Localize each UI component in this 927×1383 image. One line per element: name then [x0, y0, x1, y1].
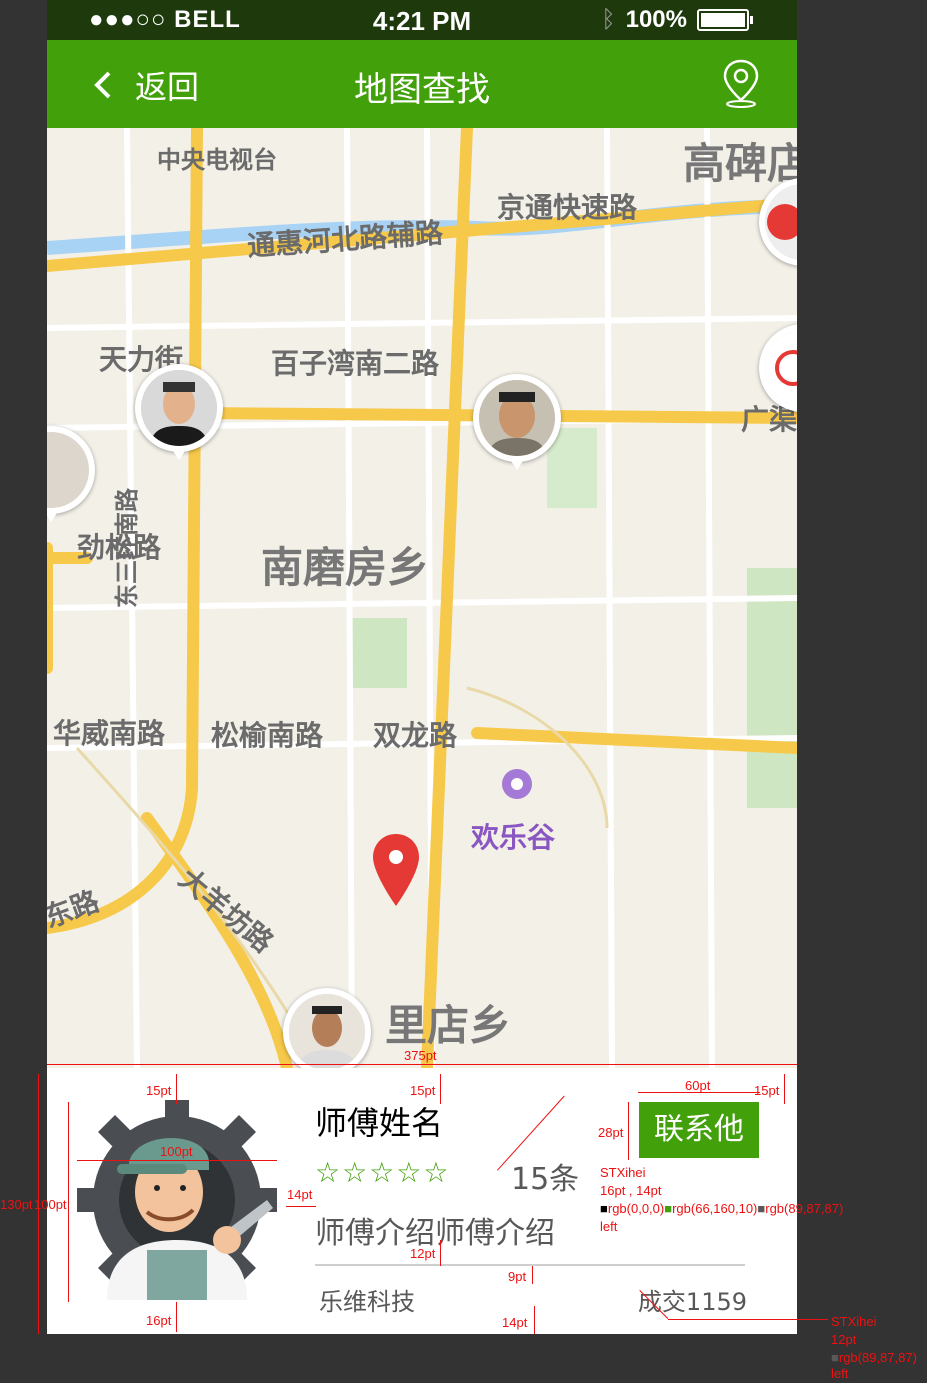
- map-label: 松榆南路: [211, 719, 324, 752]
- page-title: 地图查找: [354, 70, 490, 110]
- bluetooth-icon: ᛒ: [601, 6, 616, 33]
- annotation-line: [68, 1102, 69, 1302]
- map-label: 京通快速路: [497, 191, 638, 224]
- annotation-label: 15pt: [146, 1083, 172, 1098]
- battery-percent: 100%: [625, 6, 687, 33]
- map-label: 华威南路: [53, 717, 166, 750]
- battery-icon: [697, 9, 753, 31]
- map-label: 南磨房乡: [261, 543, 430, 592]
- rating-stars: ☆☆☆☆☆: [315, 1156, 451, 1189]
- annotation-label: 100pt: [160, 1144, 193, 1159]
- annotation-label: 15pt: [754, 1083, 780, 1098]
- map-label: 东三环南路: [113, 488, 141, 608]
- annotation-line: [176, 1074, 177, 1104]
- annotation-label: 100pt: [34, 1197, 67, 1212]
- annotation-line: [628, 1102, 629, 1160]
- location-pin-icon[interactable]: [721, 58, 761, 108]
- annotation-line: [440, 1074, 441, 1104]
- annotation-line: [532, 1266, 533, 1284]
- map-label: 双龙路: [373, 719, 458, 752]
- deal-count: 成交1159: [637, 1288, 747, 1316]
- map-label: 欢乐谷: [471, 821, 556, 854]
- company-name: 乐维科技: [319, 1288, 415, 1316]
- map-view[interactable]: 中央电视台 高碑店 京通快速路 通惠河北路辅路 天力街 百子湾南二路 广渠 劲松…: [47, 128, 797, 1068]
- annotation-label: STXihei: [600, 1165, 646, 1180]
- worker-map-pin[interactable]: [47, 426, 95, 526]
- worker-face-icon: [289, 994, 365, 1068]
- annotation-label: ■rgb(89,87,87): [831, 1350, 917, 1365]
- review-count: 15条: [511, 1162, 580, 1197]
- status-bar: ●●●○○ BELL 4:21 PM ᛒ 100%: [47, 0, 797, 40]
- annotation-label: 16pt: [146, 1313, 172, 1328]
- annotation-label: 15pt: [410, 1083, 436, 1098]
- status-right: ᛒ 100%: [601, 6, 753, 34]
- mechanic-avatar: [77, 1100, 277, 1300]
- annotation-label: 14pt: [287, 1187, 313, 1202]
- worker-face-icon: [141, 370, 217, 446]
- worker-name: 师傅姓名: [315, 1104, 444, 1142]
- phone-screen: ●●●○○ BELL 4:21 PM ᛒ 100% 返回 地图查找 中央电视台 …: [47, 0, 797, 1334]
- annotation-label: 12pt: [831, 1332, 857, 1347]
- annotation-line: [286, 1206, 316, 1207]
- annotation-label: STXihei: [831, 1314, 877, 1329]
- nav-bar: 返回 地图查找: [47, 40, 797, 128]
- annotation-label: 12pt: [410, 1246, 436, 1261]
- map-label: 百子湾南二路: [271, 347, 440, 380]
- map-label: 中央电视台: [157, 146, 277, 174]
- annotation-label: ■rgb(0,0,0)■rgb(66,160,10)■rgb(89,87,87): [600, 1201, 844, 1216]
- annotation-label: 9pt: [508, 1269, 527, 1284]
- annotation-label: left: [831, 1366, 849, 1381]
- annotation-line: [784, 1074, 785, 1104]
- annotation-label: 16pt , 14pt: [600, 1183, 662, 1198]
- annotation-label: 60pt: [685, 1078, 711, 1093]
- worker-map-pin[interactable]: [135, 364, 223, 464]
- worker-map-pin[interactable]: [759, 178, 797, 278]
- annotation-label: 375pt: [404, 1048, 437, 1063]
- divider: [315, 1264, 745, 1266]
- worker-map-pin[interactable]: [283, 988, 371, 1068]
- worker-map-pin[interactable]: [473, 374, 561, 474]
- annotation-line: [440, 1240, 441, 1266]
- annotation-line: [668, 1319, 828, 1320]
- annotation-label: 28pt: [598, 1125, 624, 1140]
- annotation-line: [534, 1306, 535, 1334]
- annotation-line: [176, 1302, 177, 1332]
- annotation-label: 130pt: [0, 1197, 33, 1212]
- map-roads: [47, 128, 797, 1068]
- annotation-label: left: [600, 1219, 618, 1234]
- map-label: 里店乡: [385, 1001, 512, 1050]
- worker-face-icon: [479, 380, 555, 456]
- annotation-label: 14pt: [502, 1315, 528, 1330]
- worker-map-pin[interactable]: [759, 324, 797, 424]
- contact-button[interactable]: 联系他: [639, 1102, 759, 1158]
